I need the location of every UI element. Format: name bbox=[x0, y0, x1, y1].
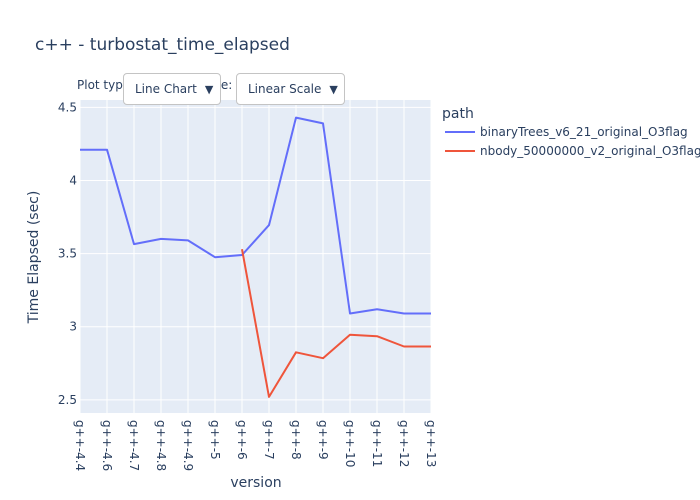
x-tick-label: g++-13 bbox=[424, 420, 438, 467]
y-axis-ticks: 2.5 3 3.5 4 4.5 bbox=[58, 100, 77, 407]
y-axis-title: Time Elapsed (sec) bbox=[26, 191, 42, 325]
x-axis-title: version bbox=[230, 475, 281, 491]
chevron-down-icon: ▼ bbox=[329, 82, 338, 96]
x-tick-label: g++-4.7 bbox=[127, 420, 141, 471]
plot-type-value: Line Chart bbox=[135, 82, 197, 96]
x-tick-label: g++-6 bbox=[235, 420, 249, 460]
y-tick-label: 4 bbox=[69, 173, 77, 187]
y-tick-label: 3.5 bbox=[58, 247, 77, 261]
scale-dropdown[interactable]: Linear Scale ▼ bbox=[236, 73, 345, 105]
scale-value: Linear Scale bbox=[248, 82, 322, 96]
plot-type-dropdown[interactable]: Line Chart ▼ bbox=[123, 73, 221, 105]
legend[interactable]: path binaryTrees_v6_21_original_O3flagnb… bbox=[442, 106, 700, 158]
line-chart: c++ - turbostat_time_elapsed 2.5 3 3.5 4 4.5… bbox=[26, 35, 700, 491]
y-tick-label: 4.5 bbox=[58, 100, 77, 114]
x-tick-label: g++-4.8 bbox=[154, 420, 168, 471]
x-tick-label: g++-8 bbox=[289, 420, 303, 460]
legend-label[interactable]: nbody_50000000_v2_original_O3flag bbox=[480, 144, 700, 158]
legend-title: path bbox=[442, 106, 474, 122]
x-tick-label: g++-9 bbox=[316, 420, 330, 460]
x-tick-label: g++-4.6 bbox=[100, 420, 114, 471]
y-tick-label: 2.5 bbox=[58, 393, 77, 407]
chart-title: c++ - turbostat_time_elapsed bbox=[35, 35, 290, 55]
x-tick-label: g++-4.9 bbox=[181, 420, 195, 471]
x-tick-label: g++-12 bbox=[397, 420, 411, 467]
x-axis-ticks: g++-4.4 g++-4.6 g++-4.7 g++-4.8 g++-4.9 g++-5… bbox=[73, 420, 438, 471]
x-tick-label: g++-7 bbox=[262, 420, 276, 460]
chevron-down-icon: ▼ bbox=[204, 82, 214, 96]
x-tick-label: g++-5 bbox=[208, 420, 222, 460]
x-tick-label: g++-10 bbox=[343, 420, 357, 467]
legend-label[interactable]: binaryTrees_v6_21_original_O3flag bbox=[480, 125, 688, 139]
y-tick-label: 3 bbox=[69, 320, 77, 334]
x-tick-label: g++-11 bbox=[370, 420, 384, 467]
x-tick-label: g++-4.4 bbox=[73, 420, 87, 471]
plot-area bbox=[80, 100, 431, 413]
